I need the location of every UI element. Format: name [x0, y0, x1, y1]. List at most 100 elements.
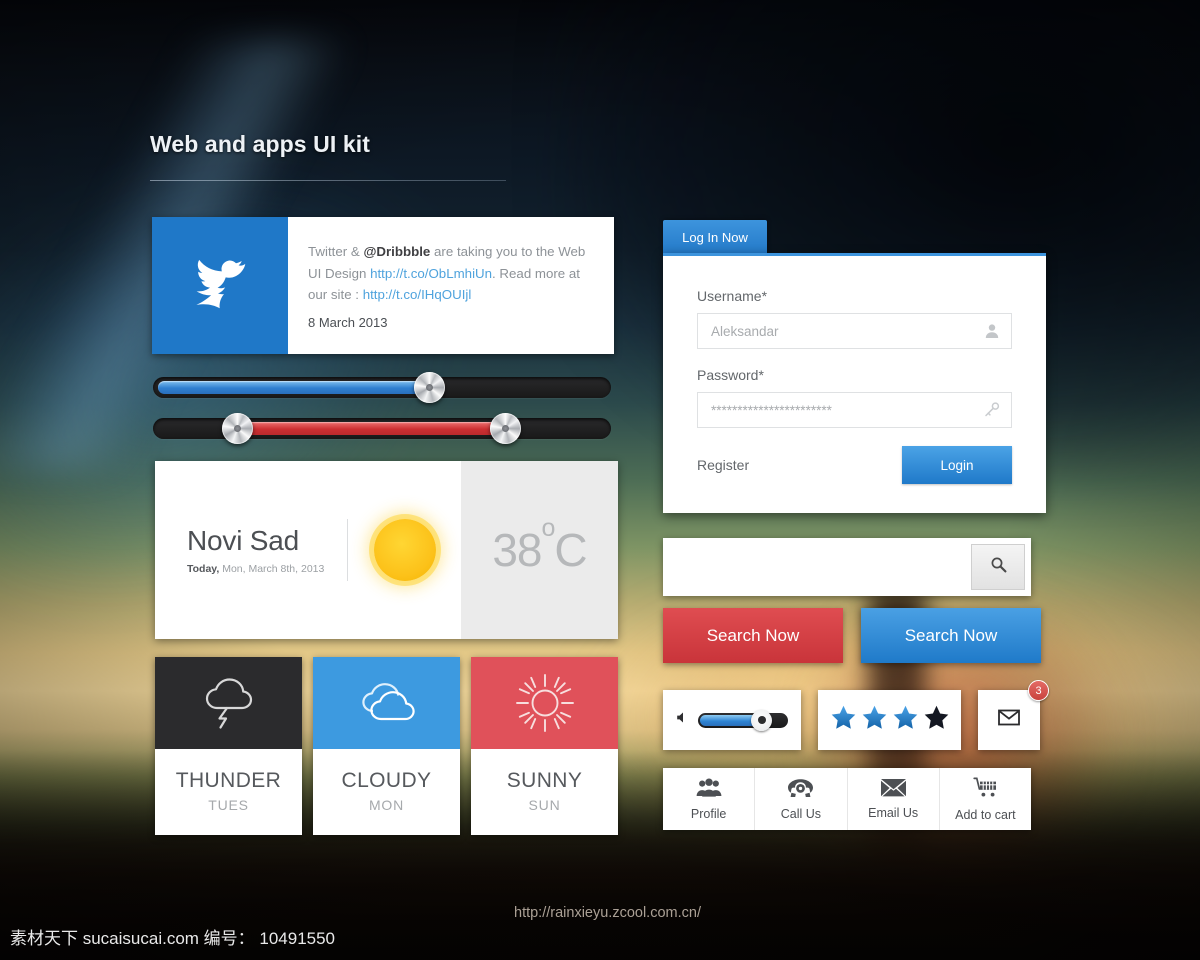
- volume-widget[interactable]: [663, 690, 801, 750]
- star-icon[interactable]: [830, 704, 857, 736]
- weather-divider: [347, 519, 348, 581]
- action-call-us[interactable]: Call Us: [755, 768, 848, 830]
- blue-slider[interactable]: [153, 372, 611, 403]
- forecast-day: TUES: [208, 797, 249, 813]
- twitter-date: 8 March 2013: [308, 314, 388, 330]
- action-label: Email Us: [868, 806, 919, 820]
- widget-row: 3: [663, 680, 1049, 750]
- password-field-wrap[interactable]: [697, 392, 1012, 428]
- action-profile[interactable]: Profile: [663, 768, 756, 830]
- forecast-name: CLOUDY: [341, 769, 432, 792]
- temperature-value: 38: [492, 524, 542, 576]
- search-now-button-red[interactable]: Search Now: [663, 608, 843, 663]
- red-slider-handle-max[interactable]: [490, 413, 521, 444]
- key-icon: [983, 402, 1000, 419]
- thunder-cloud-icon: [155, 657, 302, 749]
- star-icon[interactable]: [861, 704, 888, 736]
- weather-location-block: Novi Sad Today, Mon, March 8th, 2013: [187, 525, 337, 575]
- page-title: Web and apps UI kit: [150, 131, 371, 157]
- weather-city: Novi Sad: [187, 525, 300, 556]
- search-input[interactable]: [663, 538, 971, 596]
- ui-kit-stage: Web and apps UI kit Twitter & @Dribbble …: [0, 0, 1200, 960]
- weather-temperature: 38oC: [492, 514, 587, 577]
- password-label: Password*: [697, 367, 764, 383]
- forecast-label-sunny: SUNNY SUN: [471, 749, 618, 835]
- username-label: Username*: [697, 288, 768, 304]
- red-slider-handle-min[interactable]: [222, 413, 253, 444]
- twitter-message: Twitter & @Dribbble are taking you to th…: [308, 241, 592, 306]
- action-add-to-cart[interactable]: Add to cart: [940, 768, 1031, 830]
- password-input[interactable]: [698, 402, 1011, 418]
- twitter-card-body: Twitter & @Dribbble are taking you to th…: [288, 217, 614, 354]
- degree-symbol: o: [541, 513, 556, 542]
- temperature-unit: C: [554, 524, 587, 576]
- forecast-day: MON: [368, 797, 405, 813]
- blue-slider-fill: [158, 381, 428, 394]
- blue-slider-track[interactable]: [153, 372, 611, 403]
- login-card: Username* Password*: [663, 253, 1046, 513]
- action-bar: Profile Call Us Email Us Add to cart: [663, 768, 1031, 830]
- search-bar[interactable]: [663, 538, 1031, 596]
- weather-panel: Novi Sad Today, Mon, March 8th, 2013 38o…: [155, 461, 618, 639]
- forecast-label-thunder: THUNDER TUES: [155, 749, 302, 835]
- weather-main: Novi Sad Today, Mon, March 8th, 2013: [155, 461, 461, 639]
- action-email-us[interactable]: Email Us: [848, 768, 940, 830]
- forecast-row: THUNDER TUES CLOUDY MON SUNNY SUN: [155, 657, 618, 835]
- speaker-icon: [676, 711, 689, 729]
- username-field-wrap[interactable]: [697, 313, 1012, 349]
- twitter-bird-icon: [189, 257, 251, 314]
- weather-date: Mon, March 8th, 2013: [219, 563, 325, 575]
- tab-log-in-now[interactable]: Log In Now: [663, 220, 767, 255]
- cloudy-icon: [313, 657, 460, 749]
- cart-icon: [973, 777, 998, 804]
- forecast-tile-cloudy[interactable]: CLOUDY MON: [313, 657, 460, 835]
- twitter-link-1[interactable]: http://t.co/ObLmhiUn: [370, 266, 492, 281]
- watermark-footer: 素材天下 sucaisucai.com 编号： 10491550: [10, 929, 336, 948]
- page-header: Web and apps UI kit: [150, 131, 510, 181]
- red-slider-fill: [239, 422, 514, 435]
- forecast-tile-sunny[interactable]: SUNNY SUN: [471, 657, 618, 835]
- action-label: Add to cart: [955, 807, 1016, 822]
- twitter-card[interactable]: Twitter & @Dribbble are taking you to th…: [152, 217, 614, 354]
- twitter-link-2[interactable]: http://t.co/IHqOUIjl: [363, 287, 472, 302]
- phone-icon: [787, 778, 814, 803]
- envelope-icon: [880, 778, 907, 802]
- volume-slider-handle[interactable]: [751, 709, 772, 731]
- search-button[interactable]: [971, 544, 1025, 590]
- watermark-url: http://rainxieyu.zcool.com.cn/: [514, 905, 701, 921]
- forecast-label-cloudy: CLOUDY MON: [313, 749, 460, 835]
- search-now-button-blue[interactable]: Search Now: [861, 608, 1041, 663]
- twitter-mention-link[interactable]: @Dribbble: [363, 244, 430, 259]
- mail-widget[interactable]: 3: [978, 680, 1049, 750]
- forecast-name: SUNNY: [506, 769, 583, 792]
- sun-icon: [374, 519, 436, 581]
- envelope-icon: [998, 709, 1020, 731]
- forecast-tile-thunder[interactable]: THUNDER TUES: [155, 657, 302, 835]
- red-slider-track[interactable]: [153, 413, 611, 444]
- star-icon[interactable]: [892, 704, 919, 736]
- red-slider[interactable]: [153, 413, 611, 444]
- weather-today-label: Today,: [187, 563, 220, 575]
- blue-slider-handle[interactable]: [414, 372, 445, 403]
- title-divider: [150, 180, 506, 181]
- people-icon: [696, 778, 722, 803]
- search-icon: [990, 556, 1007, 578]
- username-input[interactable]: [698, 323, 1011, 339]
- user-icon: [984, 323, 1000, 339]
- twitter-logo-panel: [152, 217, 288, 354]
- login-button[interactable]: Login: [902, 446, 1012, 484]
- search-now-row: Search Now Search Now: [663, 608, 1041, 663]
- star-icon-empty[interactable]: [923, 704, 950, 736]
- twitter-text-prefix: Twitter &: [308, 244, 360, 259]
- register-link[interactable]: Register: [697, 457, 749, 473]
- action-label: Call Us: [780, 806, 822, 821]
- volume-slider-track[interactable]: [698, 709, 788, 731]
- sun-rays-icon: [471, 657, 618, 749]
- action-label: Profile: [690, 806, 727, 821]
- rating-widget[interactable]: [818, 690, 961, 750]
- login-footer: Register Login: [697, 446, 1012, 484]
- mail-badge: 3: [1028, 680, 1049, 701]
- weather-temperature-box: 38oC: [461, 461, 618, 639]
- forecast-name: THUNDER: [175, 769, 282, 792]
- forecast-day: SUN: [528, 797, 561, 813]
